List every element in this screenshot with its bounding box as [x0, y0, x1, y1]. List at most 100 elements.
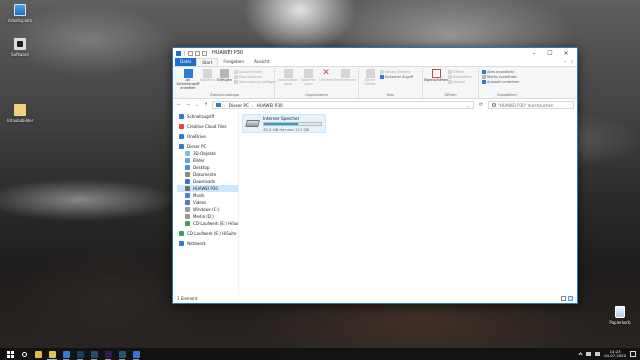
minimize-button[interactable]: – [526, 48, 542, 58]
group-organize: Verschieben nach Kopieren nach ✕ Löschen… [275, 68, 359, 98]
nav-item[interactable]: 3D-Objekte [177, 150, 238, 157]
search-box[interactable]: "HUAWEI P30" durchsuchen [488, 101, 574, 109]
item-count: 1 Element [177, 296, 198, 301]
taskbar-app[interactable] [115, 348, 129, 360]
address-bar[interactable]: › Dieser PC › HUAWEI P30 ⌄ [212, 101, 474, 109]
new-item-button[interactable]: Neues Element [380, 70, 413, 74]
rename-button[interactable]: Umbenennen [334, 69, 356, 83]
desktop-icon-papierkorb[interactable]: Papierkorb [603, 306, 637, 326]
close-button[interactable]: ✕ [558, 48, 574, 58]
taskbar-app[interactable] [73, 348, 87, 360]
copy-to-label: Kopieren nach [301, 78, 316, 86]
up-button[interactable]: ↑ [203, 102, 209, 108]
nav-item[interactable]: Videos [177, 199, 238, 206]
nav-item[interactable]: Schnellzugriff [177, 113, 238, 120]
nav-item-label: CD-Laufwerk (E:) HiSuite [193, 221, 239, 226]
delete-button[interactable]: ✕ Löschen [319, 69, 333, 83]
tab-start[interactable]: Start [196, 58, 219, 66]
taskbar-app[interactable] [45, 348, 59, 360]
new-folder-quick-icon[interactable] [195, 50, 200, 56]
nav-item[interactable]: Dokumente [177, 171, 238, 178]
move-to-label: Verschieben nach [277, 78, 299, 86]
tab-ansicht[interactable]: Ansicht [249, 58, 274, 66]
paste-label: Einfügen [216, 78, 232, 82]
nav-item[interactable]: Musik [177, 192, 238, 199]
desktop-icon-arbeitsplatz[interactable]: Arbeitsplatz [3, 4, 37, 24]
tab-freigeben[interactable]: Freigeben [218, 58, 249, 66]
cd-icon [179, 231, 184, 236]
nav-item[interactable]: OneDrive [177, 133, 238, 140]
nav-item[interactable]: Dieser PC [177, 143, 238, 150]
details-view-button[interactable] [561, 296, 566, 301]
invert-selection-label: Auswahl umkehren [487, 80, 520, 84]
copy-to-button[interactable]: Kopieren nach [300, 69, 317, 87]
copy-path-button[interactable]: Pfad kopieren [233, 75, 277, 79]
breadcrumb-dieser-pc[interactable]: Dieser PC [229, 103, 249, 108]
cube-icon [185, 151, 190, 156]
select-none-button[interactable]: Nichts auswählen [482, 75, 519, 79]
nav-item[interactable]: Downloads [177, 178, 238, 185]
nav-item[interactable]: Windows (C:) [177, 206, 238, 213]
drive-icon [185, 207, 190, 212]
tiles-view-button[interactable] [568, 296, 573, 301]
move-to-button[interactable]: Verschieben nach [278, 69, 298, 87]
copy-button[interactable]: Kopieren [200, 69, 215, 83]
music-icon [185, 193, 190, 198]
taskbar-app[interactable] [87, 348, 101, 360]
paste-button[interactable]: Einfügen [217, 69, 232, 83]
history-button[interactable]: Verlauf [448, 80, 472, 84]
select-all-button[interactable]: Alles auswählen [482, 70, 519, 74]
nav-item[interactable]: Netzwerk [177, 240, 238, 247]
invert-selection-button[interactable]: Auswahl umkehren [482, 80, 519, 84]
nav-item[interactable]: Media (D:) [177, 213, 238, 220]
cut-button[interactable]: Ausschneiden [233, 70, 277, 74]
internal-storage-tile[interactable]: Interner Speicher 45,5 GB frei von 111 G… [242, 114, 326, 133]
properties-quick-icon[interactable] [188, 50, 193, 56]
taskbar-app[interactable] [129, 348, 143, 360]
history-icon [448, 80, 452, 84]
desktop-icon-software[interactable]: Software [3, 38, 37, 58]
paste-shortcut-button[interactable]: Verknüpfung einfügen [233, 80, 276, 84]
nav-item[interactable]: CD-Laufwerk (E:) HiSuite [177, 230, 238, 237]
forward-button[interactable]: → [185, 102, 191, 108]
taskbar-app[interactable] [31, 348, 45, 360]
back-button[interactable]: ← [176, 102, 182, 108]
volume-icon[interactable] [595, 352, 601, 356]
edit-button[interactable]: Bearbeiten [448, 75, 472, 79]
recent-locations-button[interactable]: ⌄ [194, 102, 200, 108]
start-button[interactable] [3, 348, 17, 360]
new-folder-button[interactable]: Neuer Ordner [362, 69, 378, 87]
lightroom-icon [90, 350, 98, 358]
pin-quick-access-button[interactable]: An Schnellzugriff anheften [176, 69, 200, 90]
nav-item[interactable]: Creative Cloud Files [177, 123, 238, 130]
nav-item[interactable]: CD-Laufwerk (E:) HiSuite [177, 220, 238, 227]
taskbar-app[interactable] [17, 348, 31, 360]
address-dropdown-icon[interactable]: ⌄ [466, 103, 470, 108]
nav-item[interactable]: HUAWEI P30 [177, 185, 238, 192]
easy-access-button[interactable]: Einfacher Zugriff [380, 75, 413, 79]
desktop-icon-urlaubsbilder[interactable]: Urlaubsbilder [3, 104, 37, 124]
nav-item[interactable]: Desktop [177, 164, 238, 171]
network-icon[interactable] [586, 352, 592, 356]
properties-button[interactable]: Eigenschaften [424, 69, 448, 83]
open-button[interactable]: Öffnen [448, 70, 472, 74]
refresh-button[interactable]: ⟳ [477, 102, 485, 108]
chevron-up-icon[interactable] [578, 351, 583, 357]
maximize-button[interactable]: ☐ [542, 48, 558, 58]
tab-datei[interactable]: Datei [175, 58, 197, 66]
customize-quick-icon[interactable] [202, 50, 207, 56]
nav-item[interactable]: Bilder [177, 157, 238, 164]
title-bar[interactable]: HUAWEI P30 – ☐ ✕ [173, 48, 577, 58]
help-icon[interactable]: ? [571, 60, 573, 65]
invert-selection-icon [482, 80, 486, 84]
collapse-ribbon-icon[interactable]: ⌃ [564, 60, 567, 65]
desktop-icon-label: Arbeitsplatz [8, 18, 32, 23]
storage-icon [245, 120, 260, 127]
clock[interactable]: 14:23 04.07.2020 [604, 349, 626, 359]
open-label: Öffnen [453, 70, 465, 74]
breadcrumb-huawei-p30[interactable]: HUAWEI P30 [257, 103, 283, 108]
copy-label: Kopieren [200, 78, 215, 82]
taskbar-app[interactable] [59, 348, 73, 360]
taskbar-app[interactable] [101, 348, 115, 360]
notification-icon[interactable] [630, 351, 636, 357]
